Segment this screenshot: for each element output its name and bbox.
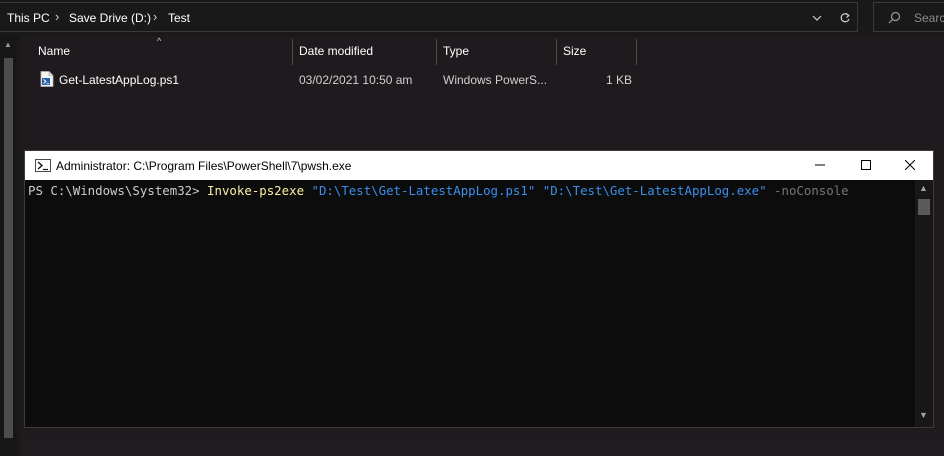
search-box[interactable]: Search Test [873, 2, 944, 32]
minimize-button[interactable] [797, 151, 843, 180]
refresh-icon[interactable] [836, 10, 854, 28]
column-divider[interactable] [436, 39, 437, 65]
column-divider[interactable] [636, 39, 637, 65]
column-header-name[interactable]: Name [38, 44, 70, 58]
file-size: 1 KB [606, 73, 633, 87]
navigation-pane-scrollbar[interactable]: ▲ [0, 36, 17, 456]
file-type: Windows PowerS... [443, 73, 548, 87]
powershell-title-bar[interactable]: Administrator: C:\Program Files\PowerShe… [25, 151, 933, 180]
argument-output-path: "D:\Test\Get-LatestAppLog.exe" [542, 183, 767, 198]
scrollbar-thumb[interactable] [918, 199, 930, 215]
close-icon [904, 159, 916, 171]
powershell-window: Administrator: C:\Program Files\PowerShe… [24, 150, 934, 428]
column-header-size[interactable]: Size [563, 44, 586, 58]
file-pane-footer [20, 438, 944, 456]
column-header-type[interactable]: Type [443, 44, 469, 58]
minimize-icon [815, 164, 825, 166]
breadcrumb-test[interactable]: Test [168, 11, 190, 25]
console-prompt: PS C:\Windows\System32> [28, 183, 208, 198]
column-divider[interactable] [292, 39, 293, 65]
address-bar-row: This PC › Save Drive (D:) › Test Search … [0, 0, 944, 34]
chevron-right-icon[interactable]: › [55, 9, 59, 24]
chevron-right-icon[interactable]: › [153, 9, 157, 24]
file-name: Get-LatestAppLog.ps1 [59, 73, 180, 87]
column-divider[interactable] [556, 39, 557, 65]
address-bar[interactable]: This PC › Save Drive (D:) › Test [0, 2, 858, 32]
maximize-icon [861, 160, 871, 170]
search-placeholder: Search Test [914, 11, 944, 25]
close-button[interactable] [887, 151, 933, 180]
console-output[interactable]: PS C:\Windows\System32> Invoke-ps2exe "D… [25, 180, 915, 427]
breadcrumb-save-drive[interactable]: Save Drive (D:) [69, 11, 151, 25]
breadcrumb-this-pc[interactable]: This PC [7, 11, 50, 25]
file-row[interactable]: Get-LatestAppLog.ps1 03/02/2021 10:50 am… [32, 68, 640, 90]
parameter-noconsole: -noConsole [774, 183, 849, 198]
chevron-down-icon[interactable] [808, 10, 826, 28]
search-icon [888, 11, 901, 24]
maximize-button[interactable] [843, 151, 889, 180]
cmdlet-name: Invoke-ps2exe [207, 183, 305, 198]
scroll-up-icon[interactable]: ▲ [4, 40, 12, 49]
powershell-script-icon [40, 71, 54, 87]
powershell-icon [35, 159, 51, 172]
scroll-up-icon[interactable]: ▲ [919, 183, 928, 193]
sort-ascending-icon: ^ [157, 36, 162, 46]
command-line: PS C:\Windows\System32> Invoke-ps2exe "D… [28, 182, 849, 199]
file-date-modified: 03/02/2021 10:50 am [299, 73, 413, 87]
scrollbar-thumb[interactable] [4, 58, 13, 438]
argument-input-path: "D:\Test\Get-LatestAppLog.ps1" [311, 183, 536, 198]
scroll-down-icon[interactable]: ▼ [919, 410, 928, 420]
window-title: Administrator: C:\Program Files\PowerShe… [56, 159, 352, 173]
column-header-date-modified[interactable]: Date modified [299, 44, 373, 58]
console-scrollbar[interactable]: ▲ ▼ [915, 180, 933, 427]
